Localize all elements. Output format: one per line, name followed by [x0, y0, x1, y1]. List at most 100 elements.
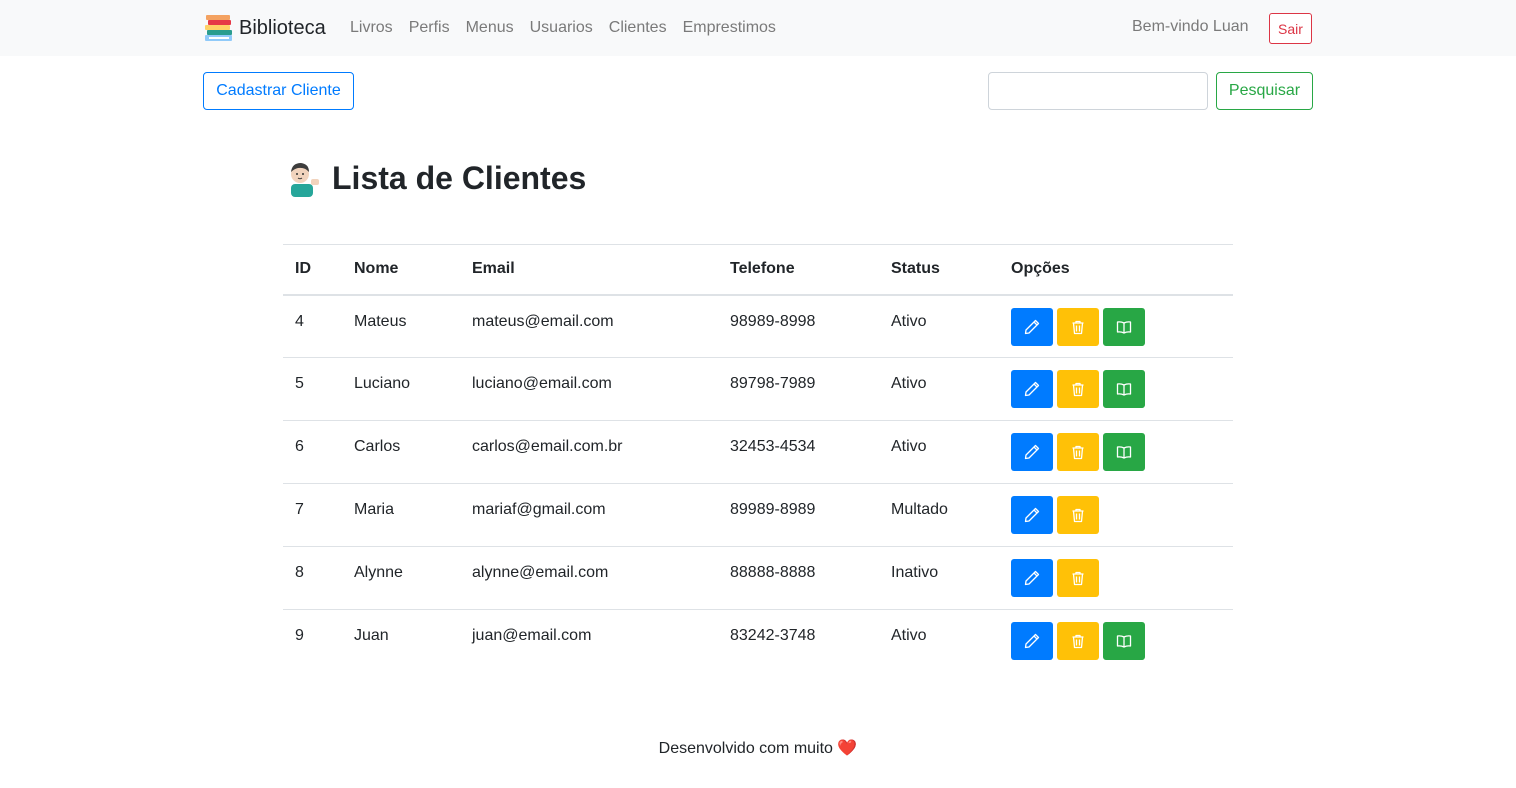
cell-nome: Luciano — [342, 357, 460, 421]
table-row: 4 Mateus mateus@email.com 98989-8998 Ati… — [283, 294, 1233, 358]
cell-email: mateus@email.com — [460, 294, 718, 358]
cell-status: Ativo — [879, 294, 999, 358]
trash-icon — [1072, 508, 1084, 523]
page-title: Lista de Clientes — [283, 156, 586, 200]
cell-id: 8 — [283, 546, 342, 610]
navbar: Biblioteca Livros Perfis Menus Usuarios … — [0, 0, 1516, 56]
table-row: 7 Maria mariaf@gmail.com 89989-8989 Mult… — [283, 483, 1233, 547]
logout-button[interactable]: Sair — [1269, 13, 1312, 44]
trash-icon — [1072, 382, 1084, 397]
cell-telefone: 89989-8989 — [718, 483, 879, 547]
cell-options — [999, 610, 1233, 673]
cell-telefone: 98989-8998 — [718, 294, 879, 358]
search-button[interactable]: Pesquisar — [1216, 72, 1313, 110]
pencil-icon — [1024, 319, 1040, 334]
cell-nome: Juan — [354, 627, 389, 644]
table-row: 9 Juan juan@email.com 83242-3748 Ativo — [283, 610, 1233, 673]
table-row: 8 Alynne alynne@email.com 88888-8888 Ina… — [283, 546, 1233, 610]
edit-button[interactable] — [1011, 622, 1053, 660]
cell-options — [999, 483, 1233, 547]
cell-email: juan@email.com — [472, 627, 592, 644]
cell-options — [999, 420, 1233, 484]
trash-icon — [1072, 320, 1084, 334]
delete-button[interactable] — [1057, 370, 1099, 408]
footer-text: Desenvolvido com muito — [658, 740, 833, 757]
loan-button[interactable] — [1103, 433, 1145, 471]
cell-status: Ativo — [891, 627, 927, 644]
cell-status: Ativo — [879, 420, 999, 484]
search-input[interactable] — [988, 72, 1208, 110]
cell-options — [999, 546, 1233, 610]
open-book-icon — [1116, 446, 1132, 459]
open-book-icon — [1116, 383, 1132, 396]
nav-links: Livros Perfis Menus Usuarios Clientes Em… — [342, 0, 784, 56]
books-logo-icon — [205, 15, 232, 41]
cell-id: 4 — [283, 294, 342, 358]
pencil-icon — [1024, 633, 1040, 649]
pencil-icon — [1024, 381, 1040, 397]
cell-email: alynne@email.com — [460, 546, 718, 610]
cell-telefone: 89798-7989 — [718, 357, 879, 421]
cell-nome: Carlos — [342, 420, 460, 484]
footer: Desenvolvido com muito ❤️ — [0, 738, 1516, 758]
cell-telefone: 83242-3748 — [730, 627, 816, 644]
cell-options — [999, 294, 1233, 358]
delete-button[interactable] — [1057, 307, 1099, 346]
cell-nome: Alynne — [342, 546, 460, 610]
column-header-opcoes: Opções — [999, 244, 1233, 296]
cell-status: Inativo — [879, 546, 999, 610]
pencil-icon — [1024, 507, 1040, 523]
open-book-icon — [1116, 635, 1132, 648]
cell-telefone: 88888-8888 — [718, 546, 879, 610]
table-row: 5 Luciano luciano@email.com 89798-7989 A… — [283, 357, 1233, 421]
loan-button[interactable] — [1103, 307, 1145, 346]
trash-icon — [1072, 634, 1084, 649]
edit-button[interactable] — [1011, 496, 1053, 534]
open-book-icon — [1116, 320, 1132, 334]
column-header-id: ID — [283, 244, 342, 296]
cell-nome: Maria — [342, 483, 460, 547]
cell-id: 7 — [283, 483, 342, 547]
column-header-nome: Nome — [342, 244, 460, 296]
nav-link-clientes[interactable]: Clientes — [601, 19, 675, 37]
clients-table: ID Nome Email Telefone Status Opções 4 M… — [283, 244, 1233, 673]
trash-icon — [1072, 571, 1084, 586]
nav-link-perfis[interactable]: Perfis — [401, 19, 458, 37]
nav-link-emprestimos[interactable]: Emprestimos — [675, 19, 784, 37]
cell-email: mariaf@gmail.com — [460, 483, 718, 547]
edit-button[interactable] — [1011, 307, 1053, 346]
heart-icon: ❤️ — [837, 740, 858, 757]
brand-name: Biblioteca — [239, 16, 326, 39]
edit-button[interactable] — [1011, 433, 1053, 471]
welcome-text: Bem-vindo Luan — [1132, 18, 1249, 35]
trash-icon — [1072, 445, 1084, 460]
new-client-button[interactable]: Cadastrar Cliente — [203, 72, 354, 110]
table-header-row: ID Nome Email Telefone Status Opções — [283, 244, 1233, 296]
cell-id: 9 — [295, 627, 304, 644]
edit-button[interactable] — [1011, 370, 1053, 408]
cell-options — [999, 357, 1233, 421]
delete-button[interactable] — [1057, 433, 1099, 471]
cell-id: 6 — [283, 420, 342, 484]
column-header-status: Status — [879, 244, 999, 296]
column-header-email: Email — [460, 244, 718, 296]
nav-link-usuarios[interactable]: Usuarios — [522, 19, 601, 37]
cell-email: luciano@email.com — [460, 357, 718, 421]
delete-button[interactable] — [1057, 559, 1099, 597]
loan-button[interactable] — [1103, 622, 1145, 660]
cell-status: Multado — [879, 483, 999, 547]
page-title-text: Lista de Clientes — [332, 159, 587, 196]
delete-button[interactable] — [1057, 622, 1099, 660]
loan-button[interactable] — [1103, 370, 1145, 408]
column-header-telefone: Telefone — [718, 244, 879, 296]
nav-link-livros[interactable]: Livros — [342, 19, 401, 37]
cell-status: Ativo — [879, 357, 999, 421]
table-row: 6 Carlos carlos@email.com.br 32453-4534 … — [283, 420, 1233, 484]
cell-id: 5 — [283, 357, 342, 421]
nav-link-menus[interactable]: Menus — [458, 19, 522, 37]
edit-button[interactable] — [1011, 559, 1053, 597]
delete-button[interactable] — [1057, 496, 1099, 534]
cell-nome: Mateus — [342, 294, 460, 358]
brand[interactable]: Biblioteca — [203, 12, 326, 44]
person-tipping-hand-icon — [291, 163, 319, 197]
